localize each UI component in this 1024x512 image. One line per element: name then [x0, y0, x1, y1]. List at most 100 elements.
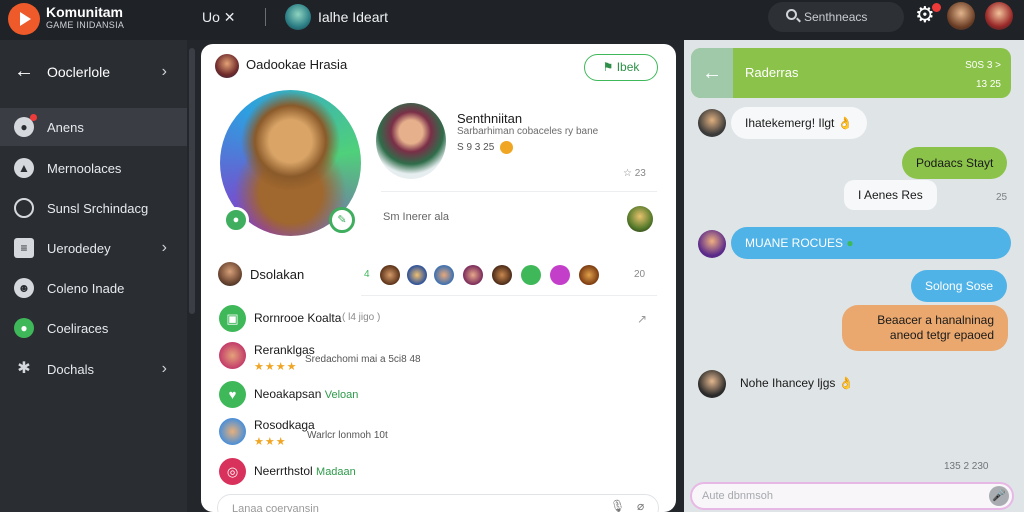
row-title[interactable]: Neerrthstol Madaan	[254, 464, 356, 478]
notification-badge	[932, 3, 941, 12]
row-avatar[interactable]	[219, 342, 246, 369]
member-avatar[interactable]	[463, 265, 483, 285]
online-friend-avatar[interactable]	[627, 206, 653, 232]
coin-icon	[500, 141, 513, 154]
row-title-text: Neerrthstol	[254, 464, 313, 478]
app-subtitle: GAME INIDANSIA	[46, 20, 125, 30]
target-icon[interactable]: ◎	[219, 458, 246, 485]
member-avatar[interactable]	[434, 265, 454, 285]
row-title[interactable]: Rornrooe Koalta	[254, 311, 341, 325]
mic-icon[interactable]: 🎙	[610, 499, 625, 512]
edit-badge-icon[interactable]: ✎	[329, 207, 355, 233]
divider	[361, 295, 657, 296]
heart-icon[interactable]: ♥	[219, 381, 246, 408]
sender-avatar[interactable]	[698, 109, 726, 137]
sidebar-item-anens[interactable]: ● Anens	[0, 108, 187, 146]
compose-input[interactable]: Lanaa coeryansin	[217, 494, 659, 512]
sidebar-item-label: Coleno Inade	[47, 281, 125, 296]
person-icon: ☻	[14, 278, 34, 298]
window-controls[interactable]: Uo ✕	[202, 9, 236, 26]
sender-avatar[interactable]	[698, 370, 726, 398]
chevron-right-icon: ›	[161, 360, 167, 377]
rating-stars: ★★★★	[254, 361, 298, 373]
divider	[381, 191, 657, 192]
row-detail: Sredachomi mai a 5ci8 48	[305, 354, 421, 365]
sidebar-item-coeliraces[interactable]: ● Coeliraces	[0, 309, 187, 347]
friend-avatar[interactable]	[985, 2, 1013, 30]
message-bubble[interactable]: MUANE ROCUES ●	[731, 227, 1011, 259]
row-avatar[interactable]	[219, 418, 246, 445]
chat-timestamp: 135 2 230	[944, 461, 989, 472]
sidebar-item-uerodedey[interactable]: ≡ Uerodedey ›	[0, 229, 187, 267]
message-bubble[interactable]: Solong Sose	[911, 270, 1008, 302]
message-meta: 25	[996, 192, 1008, 203]
app-title: Komunitam	[46, 4, 123, 20]
sidebar-item-label: Uerodedey	[47, 241, 111, 256]
message-bubble[interactable]: Podaacs Stayt	[902, 147, 1008, 179]
people-icon: ▲	[14, 158, 34, 178]
flag-icon: ⚑	[602, 60, 617, 74]
row-title[interactable]: Rosodkaga	[254, 418, 315, 432]
profile-avatar[interactable]	[376, 103, 446, 179]
profile-header-avatar[interactable]	[215, 54, 239, 78]
calendar-icon[interactable]: ▣	[219, 305, 246, 332]
sidebar-item-dochals[interactable]: ✱ Dochals ›	[0, 350, 187, 388]
channel-avatar[interactable]	[285, 4, 311, 30]
message-bubble[interactable]: I Aenes Res	[844, 180, 937, 210]
message-input[interactable]: Aute dbnmsoh	[690, 482, 1014, 510]
message-bubble[interactable]: Ihatekemerg! Ilgt 👌	[731, 107, 867, 139]
member-avatar[interactable]	[407, 265, 427, 285]
gear-icon: ✱	[17, 360, 31, 377]
star-icon: ☆	[623, 168, 635, 179]
sender-avatar[interactable]	[698, 230, 726, 258]
profile-header-title: Oadookae Hrasia	[246, 57, 348, 72]
party-avatar[interactable]	[218, 262, 242, 286]
sidebar-item-label: Anens	[47, 120, 84, 135]
member-avatar[interactable]	[492, 265, 512, 285]
sidebar-item-label: Mernoolaces	[47, 161, 122, 176]
sidebar-header[interactable]: ← Ooclerlole ›	[0, 58, 187, 88]
profile-name: Senthniitan	[457, 111, 523, 126]
message-bubble[interactable]: Beaacer a hanalninag aneod tetgr epaoed	[842, 305, 1008, 351]
online-label: Sm Inerer ala	[383, 211, 450, 223]
chevron-right-icon: ›	[161, 63, 167, 80]
party-more-count: 20	[634, 269, 646, 280]
back-arrow-icon[interactable]: ←	[691, 48, 733, 98]
member-avatar[interactable]	[380, 265, 400, 285]
level-badge-icon[interactable]: ●	[223, 207, 249, 233]
mic-icon[interactable]: 🎤	[989, 486, 1009, 506]
search-icon	[786, 9, 797, 20]
sidebar-item-mernoolaces[interactable]: ▲ Mernoolaces	[0, 149, 187, 187]
star-count-value: 23	[634, 168, 646, 179]
sidebar-item-label: Coeliraces	[47, 321, 109, 336]
chat-meta: 13 25	[975, 79, 1001, 90]
chat-header[interactable]: ← Raderras S0S 3 > 13 25	[691, 48, 1011, 98]
row-title[interactable]: Neoakapsan Veloan	[254, 387, 358, 401]
row-extra: ( l4 jigo )	[342, 312, 381, 323]
profile-action-label: Ibek	[616, 60, 640, 74]
emoji-icon: ●	[843, 236, 854, 250]
party-count: 4	[364, 269, 370, 280]
share-icon[interactable]: ↗	[637, 312, 647, 326]
member-avatar[interactable]	[550, 265, 570, 285]
message-bubble[interactable]: Nohe Ihancey ljgs 👌	[726, 367, 868, 399]
chat-pane: ← Raderras S0S 3 > 13 25 Ihatekemerg! Il…	[684, 40, 1024, 512]
row-status: Madaan	[316, 466, 356, 478]
member-avatar[interactable]	[579, 265, 599, 285]
row-status: Veloan	[324, 389, 359, 401]
sidebar-scrollbar[interactable]	[189, 48, 195, 314]
target-icon	[14, 198, 34, 218]
rating-stars: ★★★	[254, 436, 287, 448]
user-avatar[interactable]	[947, 2, 975, 30]
profile-subtitle: Sarbarhiman cobaceles ry bane	[457, 126, 599, 137]
attach-icon[interactable]: ⌀	[637, 499, 644, 512]
profile-action-button[interactable]: ⚑ Ibek	[584, 54, 658, 81]
back-arrow-icon[interactable]: ←	[14, 58, 34, 84]
sidebar-item-coleno[interactable]: ☻ Coleno Inade	[0, 269, 187, 307]
top-bar: Komunitam GAME INIDANSIA Uo ✕ Ialhe Idea…	[0, 0, 1024, 40]
profile-panel: Oadookae Hrasia ⚑ Ibek ● ✎ Senthniitan S…	[201, 44, 676, 512]
app-logo-icon[interactable]	[8, 3, 40, 35]
sidebar-item-sunsl[interactable]: Sunsl Srchindacg	[0, 189, 187, 227]
chevron-right-icon: ›	[161, 239, 167, 256]
member-avatar[interactable]	[521, 265, 541, 285]
